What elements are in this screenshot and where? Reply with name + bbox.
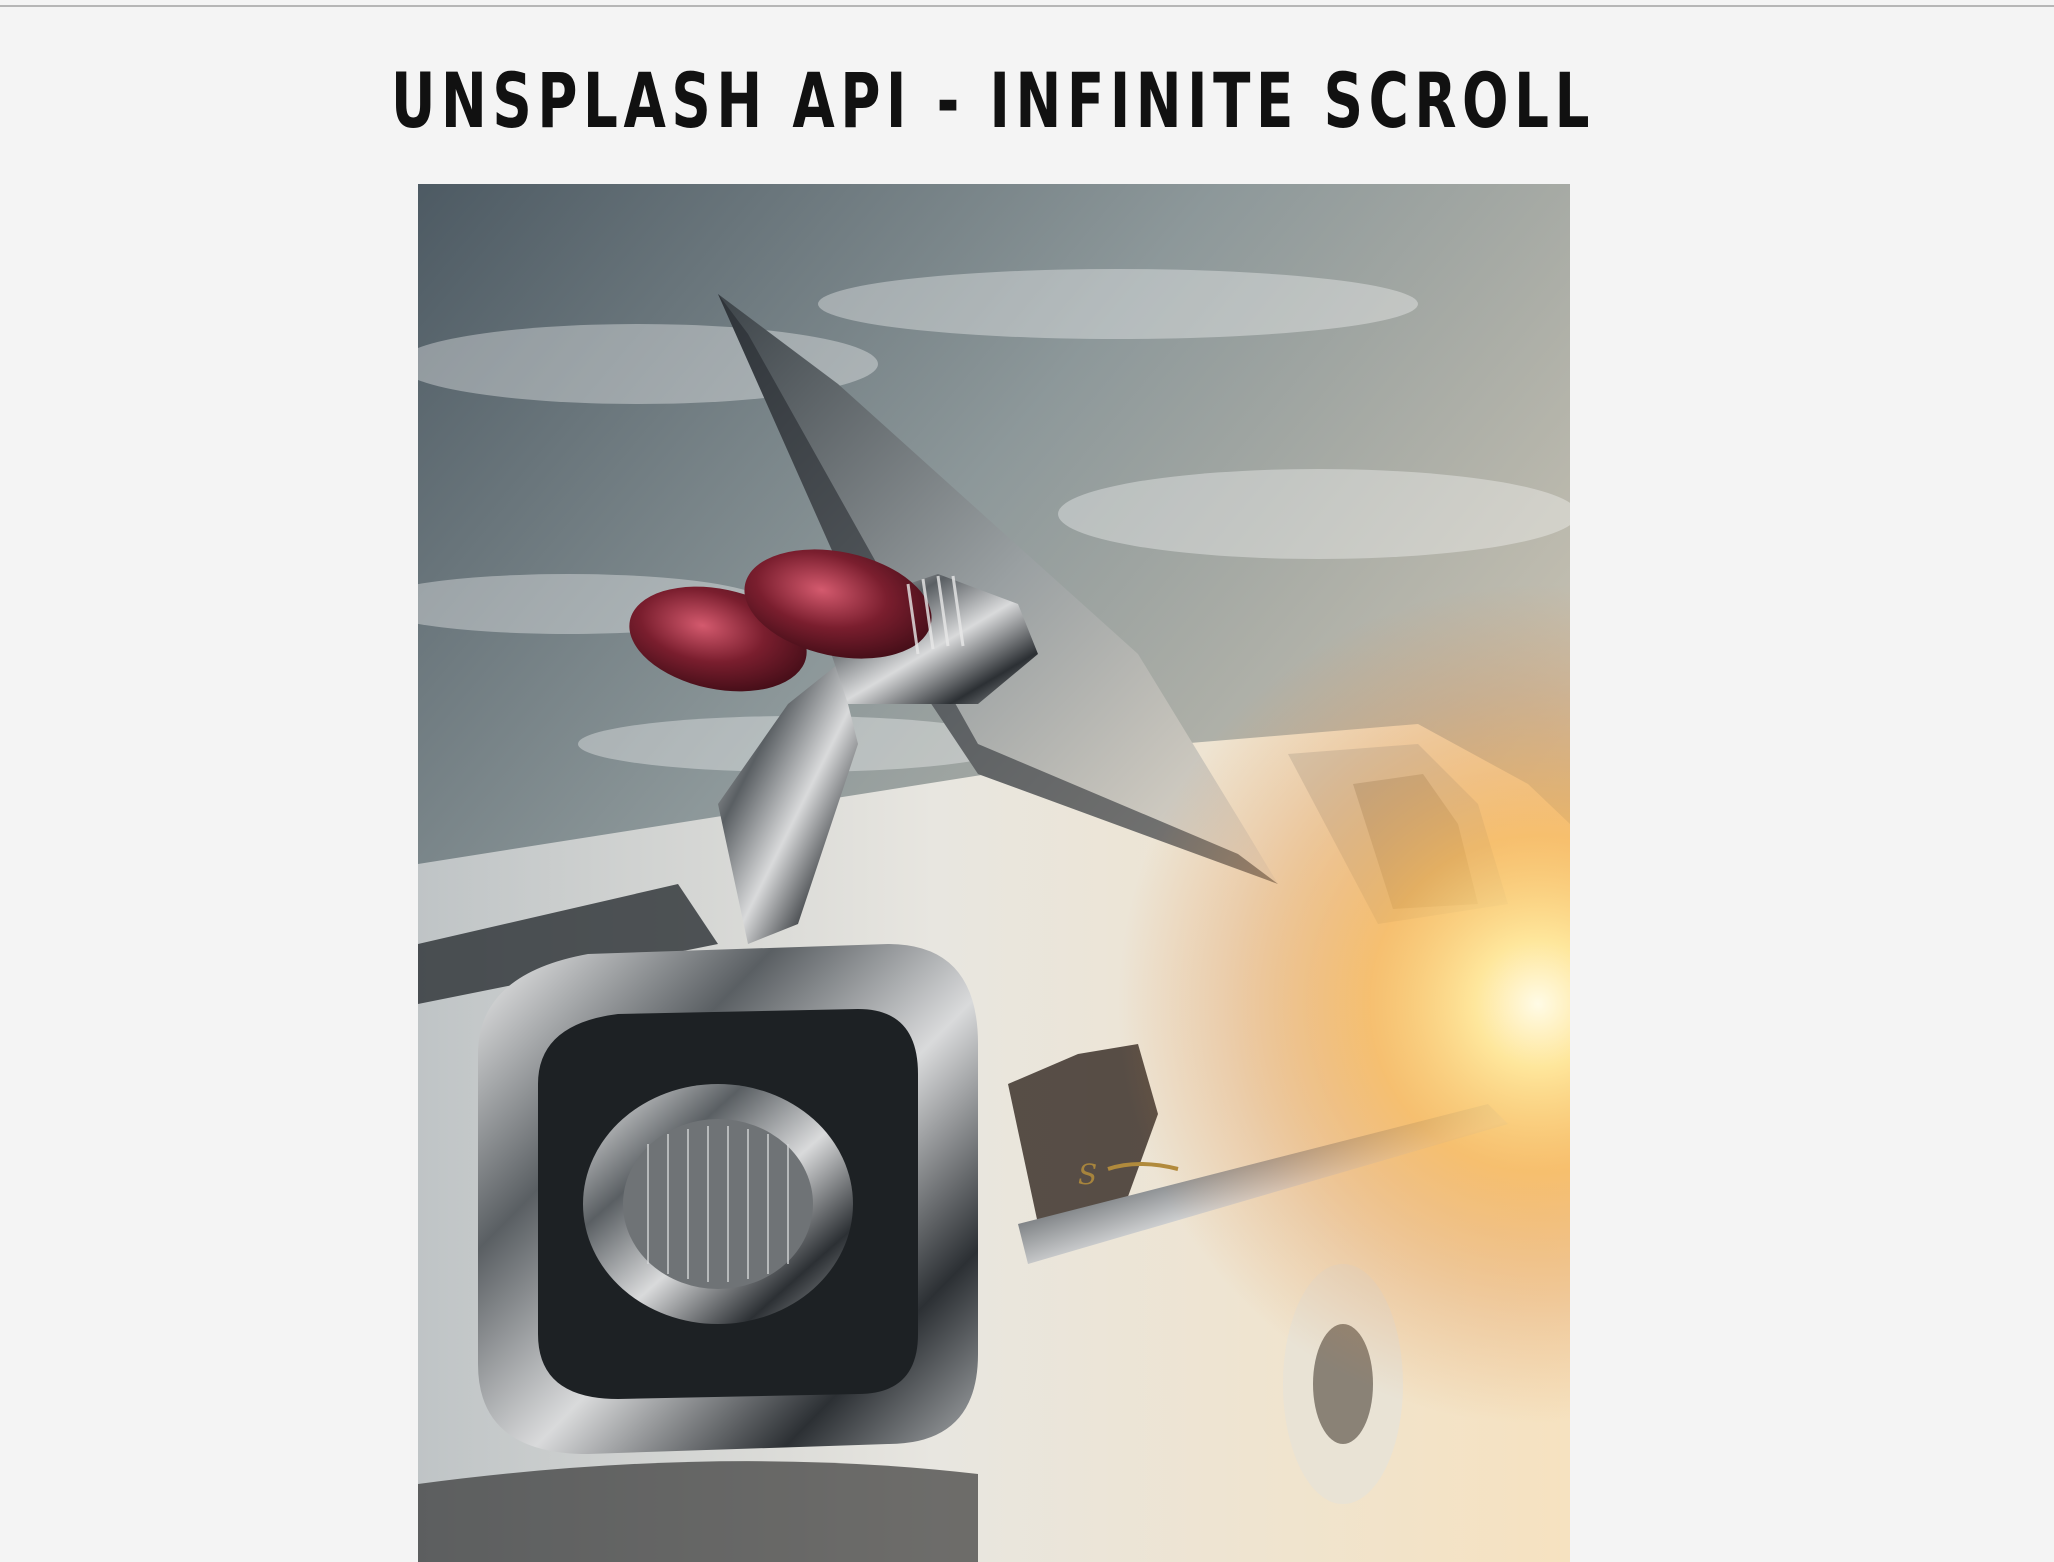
image-container: S	[418, 184, 1570, 1562]
page: UNSPLASH API - INFINITE SCROLL	[0, 0, 2054, 1562]
page-title: UNSPLASH API - INFINITE SCROLL	[390, 56, 1596, 145]
photo-image[interactable]: S	[418, 184, 1570, 1562]
top-divider	[0, 0, 2054, 7]
image-link[interactable]: S	[418, 184, 1570, 1562]
